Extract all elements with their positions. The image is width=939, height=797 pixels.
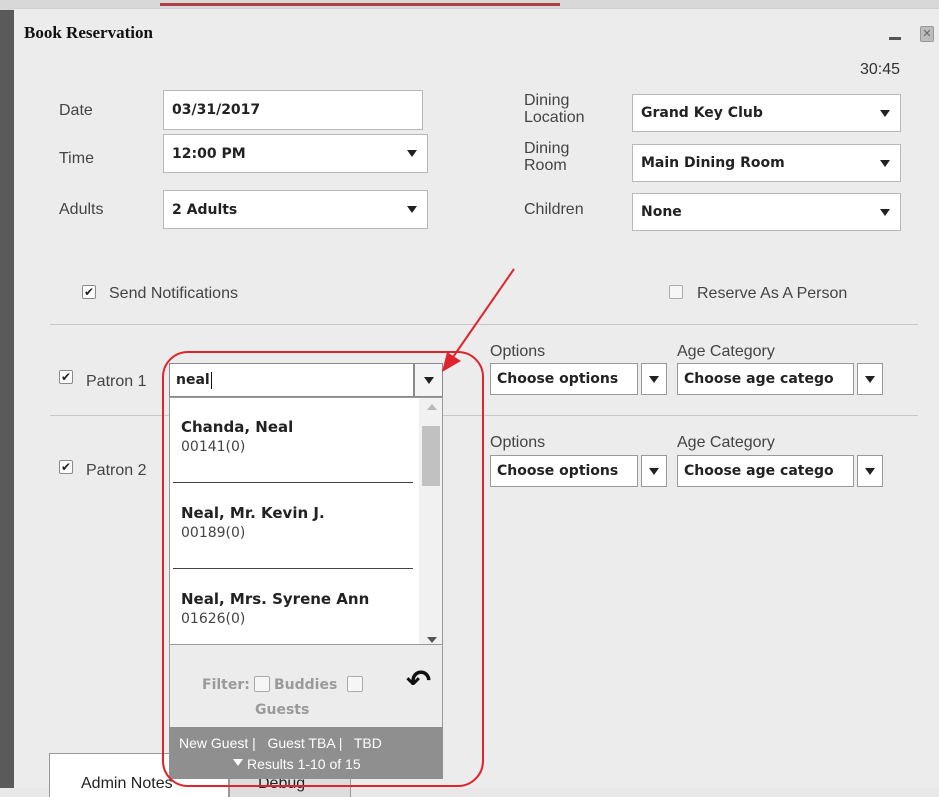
checkmark-icon: ✔	[60, 370, 72, 384]
chevron-down-icon	[870, 145, 900, 181]
patron2-checkbox[interactable]: ✔	[59, 460, 73, 474]
annotation-highlight	[162, 351, 484, 787]
patron1-age-label: Age Category	[677, 343, 775, 360]
send-notifications-label: Send Notifications	[109, 285, 238, 302]
dialog-title: Book Reservation	[24, 23, 153, 42]
time-label: Time	[59, 150, 94, 167]
title-bar: Book Reservation ✕	[14, 9, 939, 51]
dining-location-label: Dining Location	[524, 92, 585, 126]
patron1-options-dropdown-button[interactable]	[641, 363, 667, 395]
chevron-down-icon	[397, 191, 427, 228]
chevron-down-icon	[397, 135, 427, 172]
patron1-label: Patron 1	[86, 373, 147, 390]
time-select[interactable]: 12:00 PM	[163, 134, 428, 173]
dining-room-select[interactable]: Main Dining Room	[632, 144, 901, 182]
patron2-options-dropdown-button[interactable]	[641, 455, 667, 487]
dining-location-value: Grand Key Club	[641, 105, 763, 121]
patron2-options-select[interactable]: Choose options	[490, 455, 638, 487]
checkmark-icon: ✔	[83, 285, 95, 299]
date-label: Date	[59, 102, 93, 119]
time-value: 12:00 PM	[172, 145, 246, 162]
chevron-down-icon	[865, 467, 875, 475]
patron1-age-dropdown-button[interactable]	[857, 363, 883, 395]
patron2-age-select[interactable]: Choose age catego	[677, 455, 854, 487]
patron2-age-dropdown-button[interactable]	[857, 455, 883, 487]
adults-select[interactable]: 2 Adults	[163, 190, 428, 229]
patron2-options-label: Options	[490, 434, 546, 451]
close-button[interactable]: ✕	[920, 26, 934, 42]
close-icon: ✕	[922, 28, 932, 40]
chevron-down-icon	[870, 194, 900, 230]
children-value: None	[641, 204, 682, 220]
minimize-button[interactable]	[889, 37, 901, 40]
window-edge	[0, 0, 14, 788]
reserve-as-person-label: Reserve As A Person	[697, 285, 848, 302]
chevron-down-icon	[649, 467, 659, 475]
patron2-age-label: Age Category	[677, 434, 775, 451]
patron1-age-select[interactable]: Choose age catego	[677, 363, 854, 395]
chevron-down-icon	[649, 375, 659, 383]
session-timer: 30:45	[859, 61, 900, 78]
annotation-arrow-icon	[442, 268, 515, 372]
adults-value: 2 Adults	[172, 201, 238, 218]
patron2-label: Patron 2	[86, 462, 147, 479]
dining-room-label: Dining Room	[524, 140, 570, 174]
date-input[interactable]: 03/31/2017	[163, 90, 423, 130]
checkmark-icon: ✔	[60, 460, 72, 474]
children-select[interactable]: None	[632, 193, 901, 231]
patron1-checkbox[interactable]: ✔	[59, 370, 73, 384]
adults-label: Adults	[59, 201, 104, 218]
send-notifications-checkbox[interactable]: ✔	[82, 285, 96, 299]
chevron-down-icon	[865, 375, 875, 383]
reserve-as-person-checkbox[interactable]	[669, 285, 683, 299]
dining-room-value: Main Dining Room	[641, 155, 785, 171]
children-label: Children	[524, 201, 584, 218]
dining-location-select[interactable]: Grand Key Club	[632, 94, 901, 132]
book-reservation-dialog: Book Reservation ✕ 30:45 Date 03/31/2017…	[14, 8, 939, 797]
chevron-down-icon	[870, 95, 900, 131]
